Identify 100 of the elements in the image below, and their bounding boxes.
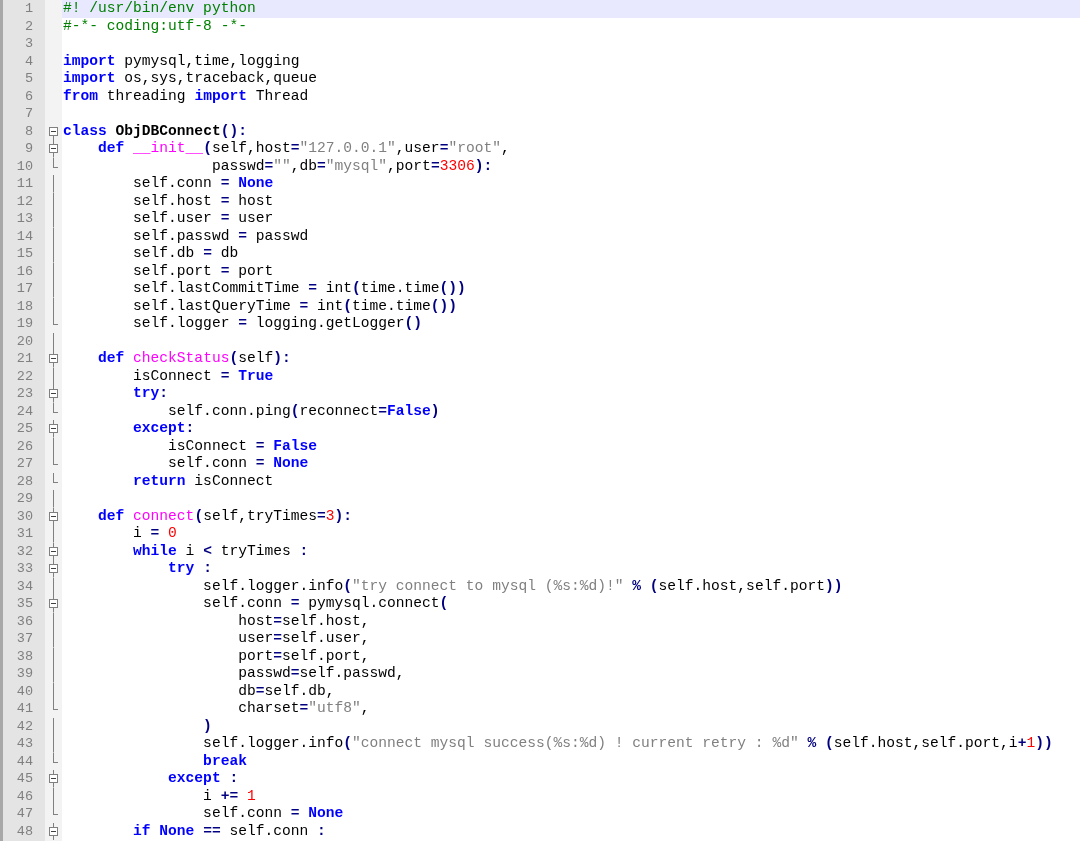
line-number: 13 bbox=[15, 210, 34, 228]
code-line: isConnect = False bbox=[167, 437, 318, 455]
code-line: from threading import Thread bbox=[62, 87, 310, 105]
line-number: 14 bbox=[15, 227, 34, 245]
line-number: 24 bbox=[15, 402, 34, 420]
code-line: try: bbox=[132, 385, 170, 403]
fold-end-icon bbox=[53, 472, 58, 483]
line-number: 8 bbox=[23, 122, 34, 140]
fold-guide-line bbox=[53, 490, 54, 508]
line-number: 34 bbox=[15, 577, 34, 595]
fold-guide-line bbox=[53, 332, 54, 350]
fold-guide-line bbox=[53, 437, 54, 455]
code-line: charset="utf8", bbox=[237, 700, 371, 718]
code-line: ) bbox=[202, 717, 213, 735]
code-line: import pymysql,time,logging bbox=[62, 52, 301, 70]
fold-end-icon bbox=[53, 700, 58, 710]
code-line: host=self.host, bbox=[237, 612, 371, 630]
fold-end-icon bbox=[53, 402, 58, 413]
code-line: def checkStatus(self): bbox=[97, 350, 292, 368]
code-line: port=self.port, bbox=[237, 647, 371, 665]
line-number: 21 bbox=[15, 350, 34, 368]
code-line: except: bbox=[132, 420, 196, 438]
code-line: passwd=self.passwd, bbox=[237, 665, 406, 683]
code-line: except : bbox=[167, 770, 240, 788]
code-line: self.user = user bbox=[132, 210, 275, 228]
line-number: 48 bbox=[15, 822, 34, 840]
line-number: 16 bbox=[15, 262, 34, 280]
code-line: class ObjDBConnect(): bbox=[62, 122, 248, 140]
fold-end-icon bbox=[53, 157, 58, 168]
line-number: 32 bbox=[15, 542, 34, 560]
line-number: 33 bbox=[15, 560, 34, 578]
line-number: 7 bbox=[23, 105, 34, 123]
code-line: self.conn = None bbox=[167, 455, 310, 473]
line-number: 35 bbox=[15, 595, 34, 613]
code-line: while i < tryTimes : bbox=[132, 542, 310, 560]
code-line: import os,sys,traceback,queue bbox=[62, 70, 318, 88]
fold-end-icon bbox=[53, 315, 58, 325]
code-line: self.lastCommitTime = int(time.time()) bbox=[132, 280, 467, 298]
line-number: 20 bbox=[15, 332, 34, 350]
line-number: 5 bbox=[23, 70, 34, 88]
code-line: user=self.user, bbox=[237, 630, 371, 648]
code-line: self.logger.info("connect mysql success(%s:%d) ! current retry : %d" % (self.host,self.port,i+1)) bbox=[202, 735, 1054, 753]
code-line: break bbox=[202, 752, 248, 770]
code-line: self.host = host bbox=[132, 192, 275, 210]
code-line: self.conn = None bbox=[132, 175, 275, 193]
line-number: 40 bbox=[15, 682, 34, 700]
code-line: self.logger.info("try connect to mysql (%s:%d)!" % (self.host,self.port)) bbox=[202, 577, 844, 595]
code-line: def connect(self,tryTimes=3): bbox=[97, 507, 354, 525]
code-line: self.passwd = passwd bbox=[132, 227, 310, 245]
line-number: 43 bbox=[15, 735, 34, 753]
line-number: 38 bbox=[15, 647, 34, 665]
code-line: db=self.db, bbox=[237, 682, 336, 700]
line-number: 6 bbox=[23, 87, 34, 105]
line-number: 42 bbox=[15, 717, 34, 735]
line-number: 39 bbox=[15, 665, 34, 683]
fold-guide-line bbox=[53, 525, 54, 543]
code-line: self.conn = None bbox=[202, 805, 345, 823]
line-number: 4 bbox=[23, 52, 34, 70]
line-number: 9 bbox=[23, 140, 34, 158]
line-number: 25 bbox=[15, 420, 34, 438]
line-number: 31 bbox=[15, 525, 34, 543]
code-line: try : bbox=[167, 560, 213, 578]
line-number: 41 bbox=[15, 700, 34, 718]
code-line: self.conn = pymysql.connect( bbox=[202, 595, 450, 613]
line-number: 47 bbox=[15, 805, 34, 823]
line-number: 10 bbox=[15, 157, 34, 175]
code-line: self.db = db bbox=[132, 245, 240, 263]
line-number: 29 bbox=[15, 490, 34, 508]
line-number: 11 bbox=[15, 175, 34, 193]
line-number: 15 bbox=[15, 245, 34, 263]
code-line: def __init__(self,host="127.0.0.1",user="root", bbox=[97, 140, 511, 158]
line-number: 3 bbox=[23, 35, 34, 53]
line-number: 12 bbox=[15, 192, 34, 210]
fold-guide-line bbox=[53, 577, 54, 595]
line-number: 2 bbox=[23, 17, 34, 35]
fold-end-icon bbox=[53, 752, 58, 763]
line-number: 27 bbox=[15, 455, 34, 473]
line-number: 26 bbox=[15, 437, 34, 455]
code-line: self.port = port bbox=[132, 262, 275, 280]
code-line: passwd="",db="mysql",port=3306): bbox=[210, 157, 494, 175]
line-number: 36 bbox=[15, 612, 34, 630]
code-line: i = 0 bbox=[132, 525, 178, 543]
code-line: self.logger = logging.getLogger() bbox=[132, 315, 424, 333]
code-line: return isConnect bbox=[132, 472, 275, 490]
fold-guide-line bbox=[53, 367, 54, 385]
line-number: 23 bbox=[15, 385, 34, 403]
line-number: 46 bbox=[15, 787, 34, 805]
fold-guide-line bbox=[53, 787, 54, 805]
code-line: i += 1 bbox=[202, 787, 257, 805]
line-number: 30 bbox=[15, 507, 34, 525]
fold-end-icon bbox=[53, 805, 58, 815]
line-number: 44 bbox=[15, 752, 34, 770]
line-number: 45 bbox=[15, 770, 34, 788]
code-line: self.lastQueryTime = int(time.time()) bbox=[132, 297, 459, 315]
line-number: 18 bbox=[15, 297, 34, 315]
line-number: 17 bbox=[15, 280, 34, 298]
fold-end-icon bbox=[53, 455, 58, 465]
line-number: 22 bbox=[15, 367, 34, 385]
code-line: if None == self.conn : bbox=[132, 822, 327, 840]
line-number: 37 bbox=[15, 630, 34, 648]
